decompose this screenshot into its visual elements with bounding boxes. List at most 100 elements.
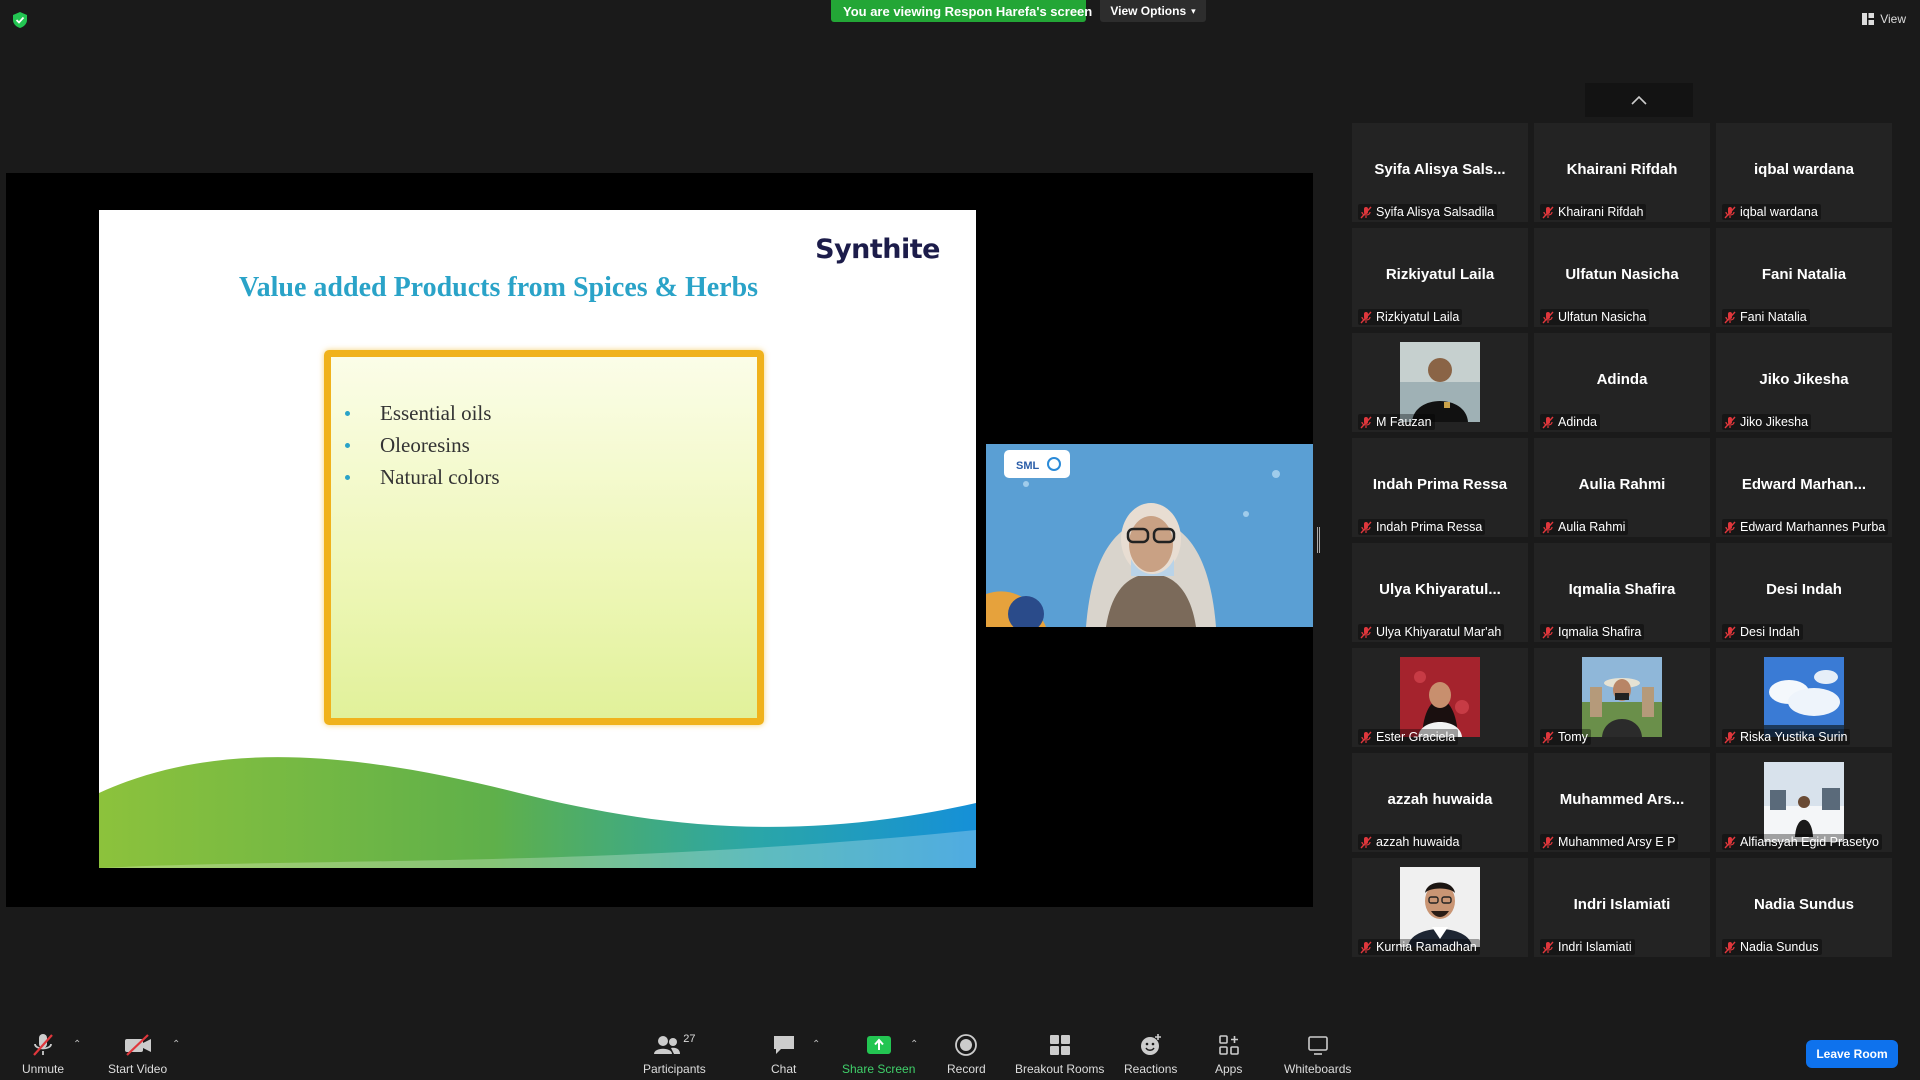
participant-tile[interactable]: Indri Islamiati Indri Islamiati	[1534, 858, 1710, 957]
microphone-muted-icon	[1360, 626, 1372, 638]
view-button[interactable]: View	[1862, 12, 1906, 26]
participant-tile[interactable]: Edward Marhan... Edward Marhannes Purba	[1716, 438, 1892, 537]
apps-button[interactable]: Apps	[1215, 1032, 1242, 1076]
participant-name-label: Jiko Jikesha	[1722, 414, 1812, 430]
audio-options-caret-icon[interactable]: ⌃	[73, 1039, 81, 1050]
microphone-muted-icon	[1360, 941, 1372, 953]
participant-name-label: Fani Natalia	[1722, 309, 1810, 325]
participant-display-name: Desi Indah	[1766, 581, 1842, 598]
microphone-muted-icon	[1360, 521, 1372, 533]
participant-tile[interactable]: Ulya Khiyaratul... Ulya Khiyaratul Mar'ah	[1352, 543, 1528, 642]
participant-name: Alfiansyah Egid Prasetyo	[1740, 835, 1879, 849]
microphone-muted-icon	[1360, 311, 1372, 323]
speaker-badge-text: SML	[1016, 460, 1040, 472]
view-options-button[interactable]: View Options ▾	[1100, 0, 1206, 22]
meeting-toolbar: Unmute ⌃ Start Video ⌃ 27 Participants C…	[0, 1021, 1920, 1080]
participant-name: Edward Marhannes Purba	[1740, 520, 1886, 534]
participant-display-name: azzah huwaida	[1387, 791, 1493, 808]
participant-video-thumbnail	[1400, 867, 1480, 947]
participant-video-thumbnail	[1400, 342, 1480, 422]
video-options-caret-icon[interactable]: ⌃	[172, 1039, 180, 1050]
synthite-logo: Synthite	[815, 234, 940, 265]
participant-tile[interactable]: Ulfatun Nasicha Ulfatun Nasicha	[1534, 228, 1710, 327]
participant-tile[interactable]: iqbal wardana iqbal wardana	[1716, 123, 1892, 222]
participant-name-label: Iqmalia Shafira	[1540, 624, 1645, 640]
view-label: View	[1880, 12, 1906, 26]
unmute-label: Unmute	[22, 1062, 65, 1076]
participant-video-thumbnail	[1764, 657, 1844, 737]
participant-tile[interactable]: Tomy	[1534, 648, 1710, 747]
view-options-label: View Options	[1110, 4, 1187, 18]
participant-tile[interactable]: Fani Natalia Fani Natalia	[1716, 228, 1892, 327]
microphone-muted-icon	[1724, 731, 1736, 743]
participant-name: Ulya Khiyaratul Mar'ah	[1376, 625, 1502, 639]
microphone-muted-icon	[1542, 731, 1554, 743]
participant-tile[interactable]: Aulia Rahmi Aulia Rahmi	[1534, 438, 1710, 537]
participant-tile[interactable]: Muhammed Ars... Muhammed Arsy E P	[1534, 753, 1710, 852]
participant-tile[interactable]: M Fauzan	[1352, 333, 1528, 432]
start-video-button[interactable]: Start Video	[108, 1032, 167, 1076]
participant-display-name: iqbal wardana	[1753, 161, 1855, 178]
bullet-dot	[345, 474, 350, 480]
participant-name-label: Khairani Rifdah	[1540, 204, 1647, 220]
whiteboards-button[interactable]: Whiteboards	[1284, 1032, 1351, 1076]
participant-tile[interactable]: Indah Prima Ressa Indah Prima Ressa	[1352, 438, 1528, 537]
whiteboard-icon	[1307, 1036, 1328, 1055]
participant-tile[interactable]: Syifa Alisya Sals... Syifa Alisya Salsadi…	[1352, 123, 1528, 222]
participant-tile[interactable]: Ester Graciela	[1352, 648, 1528, 747]
participant-tile[interactable]: Alfiansyah Egid Prasetyo	[1716, 753, 1892, 852]
slide-bullet: Essential oils	[345, 397, 757, 429]
share-screen-label: Share Screen	[842, 1062, 916, 1076]
participant-tile[interactable]: Kurnia Ramadhan	[1352, 858, 1528, 957]
microphone-muted-icon	[1542, 836, 1554, 848]
unmute-button[interactable]: Unmute	[22, 1032, 64, 1076]
participant-display-name: Jiko Jikesha	[1759, 371, 1849, 388]
panel-resize-handle[interactable]	[1317, 527, 1320, 553]
record-icon	[955, 1034, 978, 1056]
chat-button[interactable]: Chat	[771, 1032, 796, 1076]
participant-tile[interactable]: Iqmalia Shafira Iqmalia Shafira	[1534, 543, 1710, 642]
participant-tile[interactable]: Riska Yustika Surin	[1716, 648, 1892, 747]
record-button[interactable]: Record	[947, 1032, 986, 1076]
participant-tile[interactable]: Jiko Jikesha Jiko Jikesha	[1716, 333, 1892, 432]
participant-name: Indri Islamiati	[1558, 940, 1632, 954]
participant-tile[interactable]: Rizkiyatul Laila Rizkiyatul Laila	[1352, 228, 1528, 327]
participant-tile[interactable]: Khairani Rifdah Khairani Rifdah	[1534, 123, 1710, 222]
shield-check-icon[interactable]	[13, 12, 27, 28]
start-video-label: Start Video	[108, 1062, 168, 1076]
speaker-video[interactable]: SML	[986, 444, 1313, 627]
participant-video-thumbnail	[1400, 657, 1480, 737]
microphone-muted-icon	[1360, 731, 1372, 743]
gallery-scroll-up-button[interactable]	[1585, 83, 1693, 117]
share-screen-button[interactable]: Share Screen	[842, 1032, 915, 1076]
participant-name-label: Ulya Khiyaratul Mar'ah	[1358, 624, 1505, 640]
gallery-view-icon	[1862, 13, 1875, 25]
participant-tile[interactable]: Desi Indah Desi Indah	[1716, 543, 1892, 642]
leave-room-button[interactable]: Leave Room	[1806, 1040, 1898, 1068]
participant-tile[interactable]: Adinda Adinda	[1534, 333, 1710, 432]
slide-bullet: Oleoresins	[345, 429, 757, 461]
participant-name: Desi Indah	[1740, 625, 1800, 639]
top-bar: You are viewing Respon Harefa's screen V…	[0, 0, 1920, 30]
participant-display-name: Ulya Khiyaratul...	[1379, 581, 1501, 598]
participant-name: Iqmalia Shafira	[1558, 625, 1642, 639]
viewing-screen-banner: You are viewing Respon Harefa's screen	[831, 0, 1092, 22]
participant-name-label: azzah huwaida	[1358, 834, 1463, 850]
chat-options-caret-icon[interactable]: ⌃	[812, 1039, 820, 1050]
participant-tile[interactable]: azzah huwaida azzah huwaida	[1352, 753, 1528, 852]
participant-name-label: Desi Indah	[1722, 624, 1803, 640]
reactions-smiley-icon	[1140, 1034, 1161, 1055]
participants-button[interactable]: 27 Participants	[643, 1032, 706, 1076]
breakout-rooms-button[interactable]: Breakout Rooms	[1015, 1032, 1104, 1076]
microphone-muted-icon	[1724, 941, 1736, 953]
breakout-rooms-icon	[1049, 1035, 1070, 1055]
participant-video-thumbnail	[1582, 657, 1662, 737]
participant-tile[interactable]: Nadia Sundus Nadia Sundus	[1716, 858, 1892, 957]
participant-name: Syifa Alisya Salsadila	[1376, 205, 1495, 219]
participant-name: Nadia Sundus	[1740, 940, 1819, 954]
share-options-caret-icon[interactable]: ⌃	[910, 1039, 918, 1050]
participant-display-name: Nadia Sundus	[1753, 896, 1854, 913]
participant-display-name: Rizkiyatul Laila	[1385, 266, 1495, 283]
microphone-muted-icon	[1724, 626, 1736, 638]
reactions-button[interactable]: Reactions	[1124, 1032, 1177, 1076]
